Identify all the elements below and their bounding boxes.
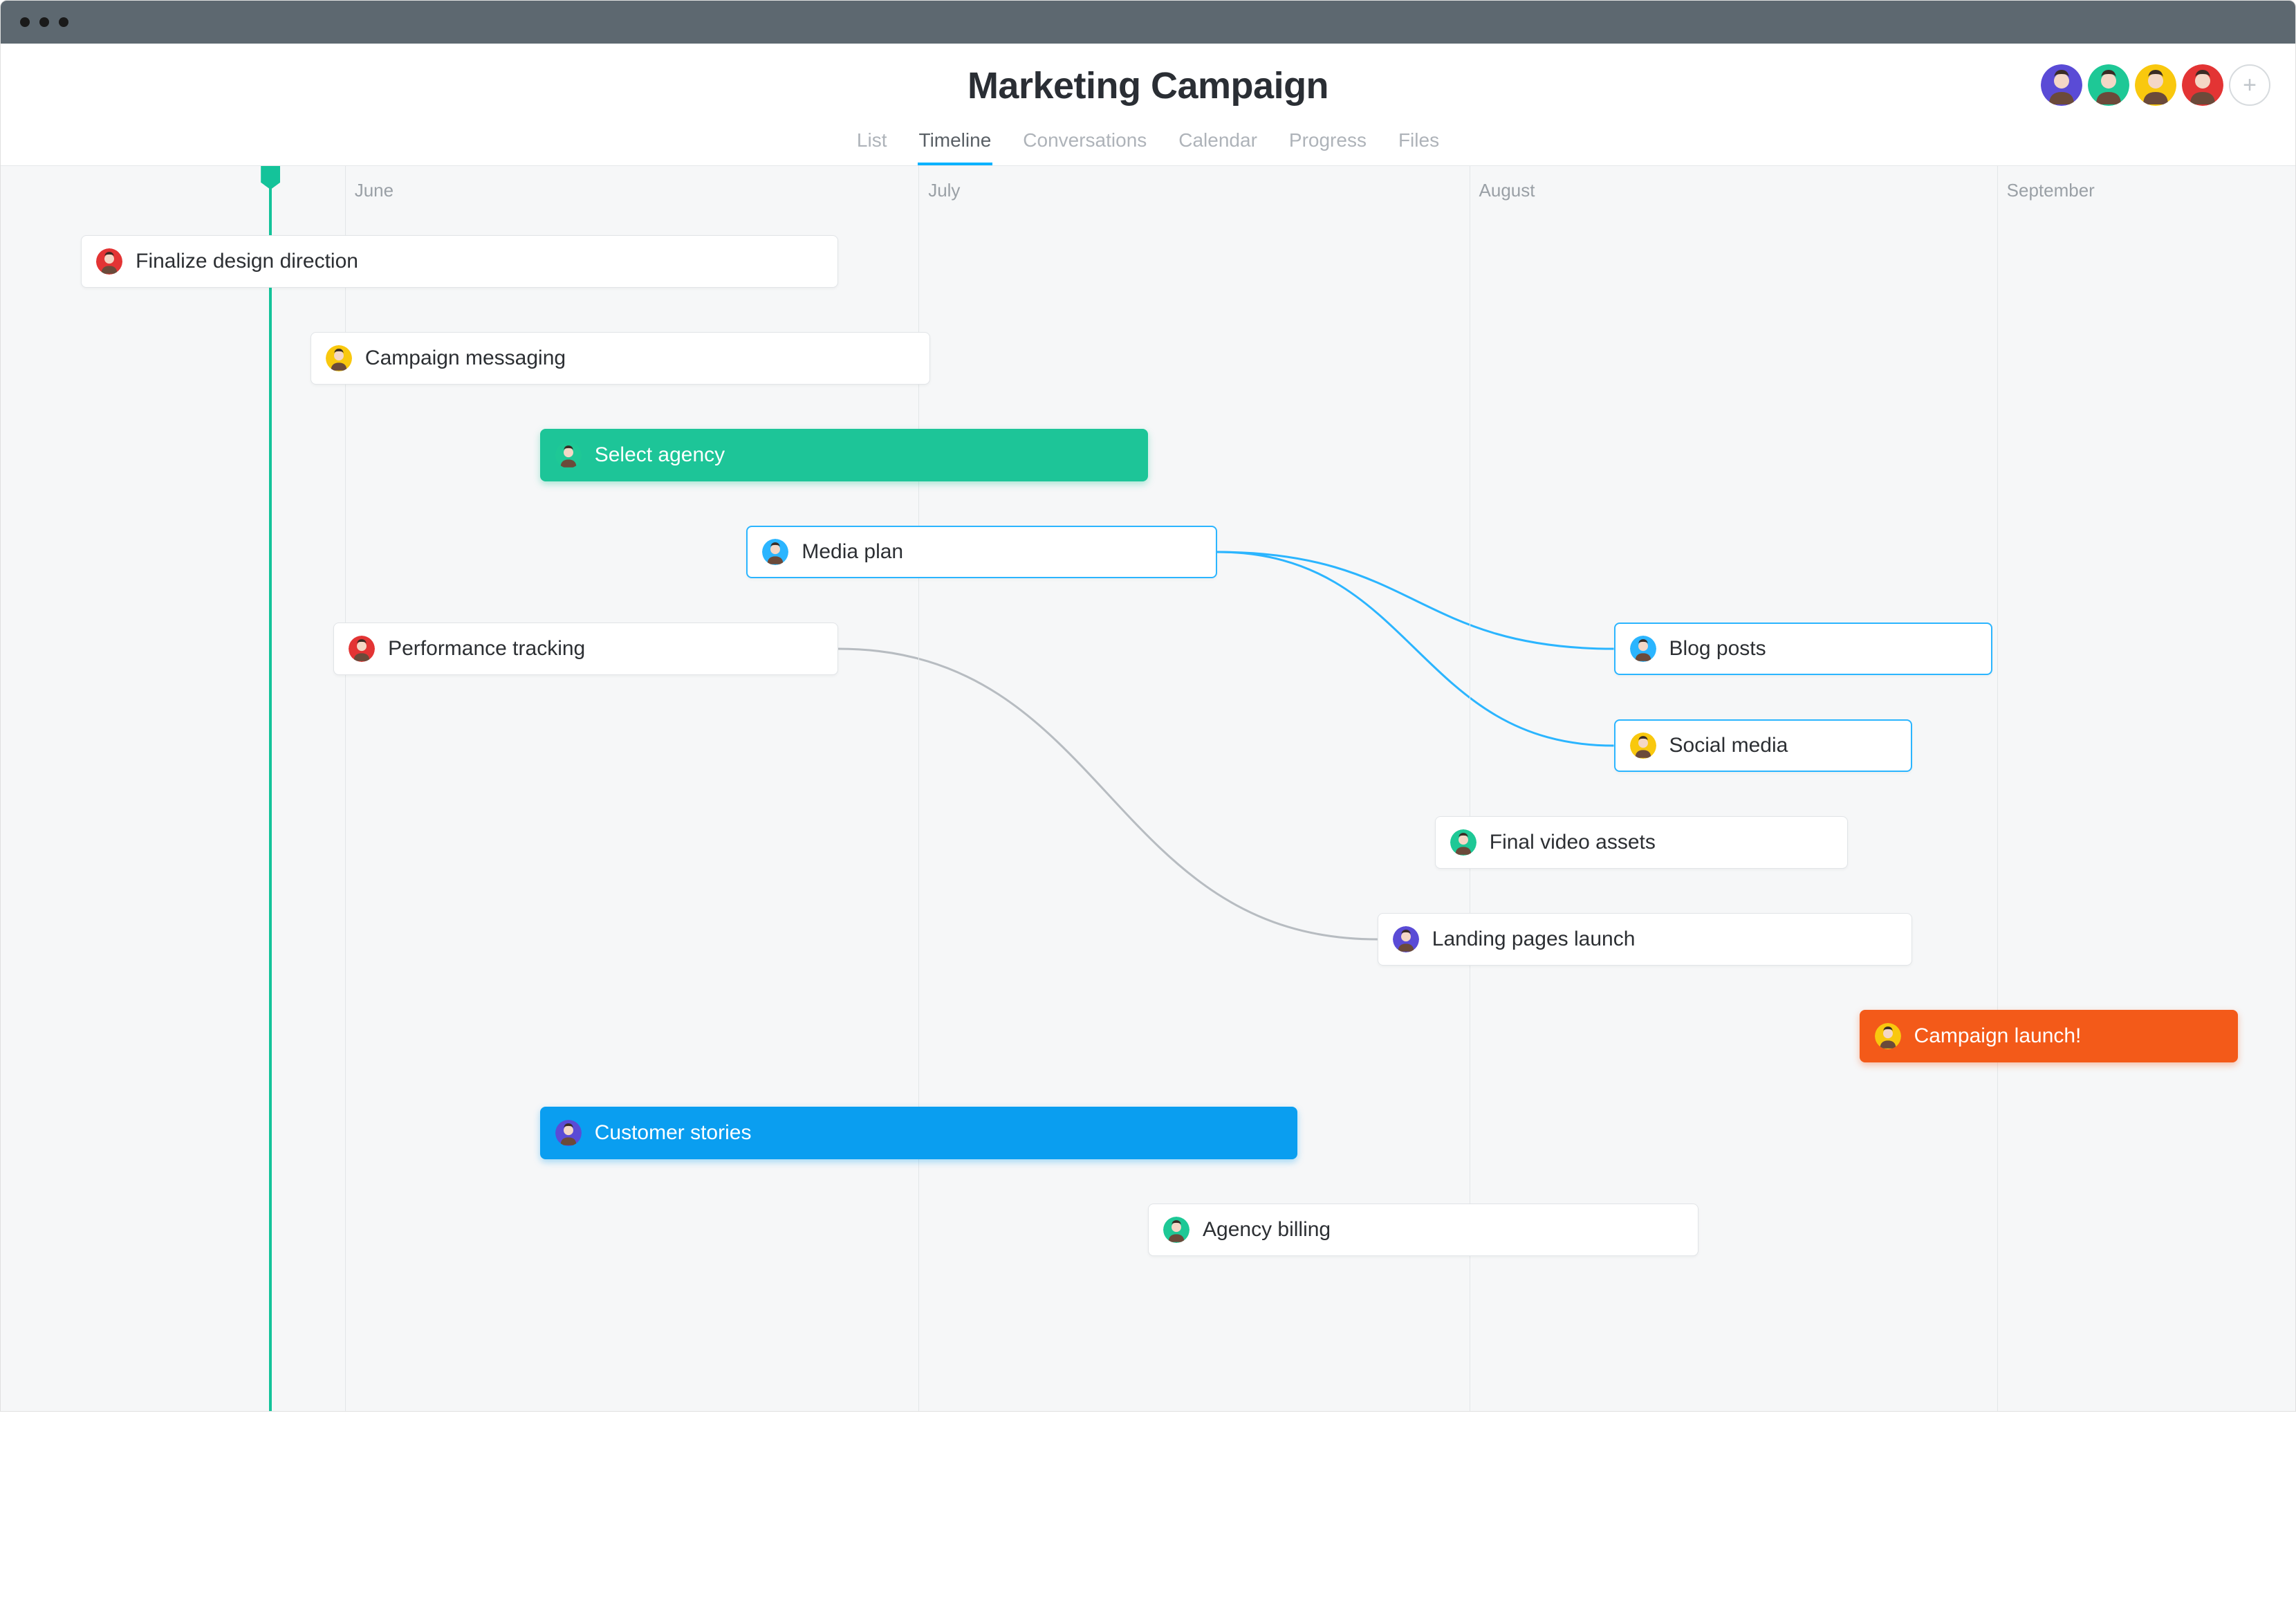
task-assignee-avatar xyxy=(1628,730,1658,761)
dependency-line xyxy=(1217,552,1614,746)
task-assignee-avatar xyxy=(94,246,124,277)
view-tabs: List Timeline Conversations Calendar Progres… xyxy=(1,124,2295,165)
tab-list[interactable]: List xyxy=(855,124,889,165)
month-label: August xyxy=(1479,180,1535,201)
page-title: Marketing Campaign xyxy=(1,64,2295,107)
task-blog-posts[interactable]: Blog posts xyxy=(1614,623,1992,675)
task-assignee-avatar xyxy=(324,343,354,374)
task-assignee-avatar xyxy=(346,634,377,664)
task-assignee-avatar xyxy=(760,537,790,567)
task-performance-tracking[interactable]: Performance tracking xyxy=(333,623,838,675)
task-final-video[interactable]: Final video assets xyxy=(1435,816,1848,869)
task-select-agency[interactable]: Select agency xyxy=(540,429,1148,481)
tab-progress[interactable]: Progress xyxy=(1288,124,1368,165)
task-assignee-avatar xyxy=(553,440,584,470)
task-assignee-avatar xyxy=(1161,1215,1192,1245)
task-assignee-avatar xyxy=(1873,1021,1903,1051)
window-control-close[interactable] xyxy=(20,17,30,27)
task-label: Social media xyxy=(1669,734,1788,757)
task-assignee-avatar xyxy=(553,1118,584,1148)
task-assignee-avatar xyxy=(1628,634,1658,664)
task-label: Landing pages launch xyxy=(1432,928,1636,951)
timeline-view[interactable]: June July August September Finalize design d… xyxy=(1,166,2295,1411)
task-label: Final video assets xyxy=(1490,831,1656,854)
tab-timeline[interactable]: Timeline xyxy=(918,124,993,165)
tab-files[interactable]: Files xyxy=(1397,124,1441,165)
task-agency-billing[interactable]: Agency billing xyxy=(1148,1204,1698,1256)
window-titlebar xyxy=(1,1,2295,44)
task-label: Finalize design direction xyxy=(136,250,358,273)
task-finalize-design[interactable]: Finalize design direction xyxy=(81,235,838,288)
member-avatar[interactable] xyxy=(2088,64,2129,106)
window-control-zoom[interactable] xyxy=(59,17,68,27)
task-label: Customer stories xyxy=(595,1121,752,1145)
member-avatar[interactable] xyxy=(2182,64,2223,106)
app-window: Marketing Campaign + List Timeline Convers… xyxy=(0,0,2296,1412)
task-landing-pages[interactable]: Landing pages launch xyxy=(1378,913,1912,966)
member-avatar[interactable] xyxy=(2135,64,2176,106)
month-label: June xyxy=(355,180,394,201)
dependency-line xyxy=(1217,552,1614,649)
month-gridline xyxy=(1997,166,1998,1411)
month-label: July xyxy=(928,180,960,201)
task-label: Campaign messaging xyxy=(365,347,566,370)
task-label: Blog posts xyxy=(1669,637,1766,661)
task-assignee-avatar xyxy=(1448,827,1479,858)
task-label: Select agency xyxy=(595,443,725,467)
task-assignee-avatar xyxy=(1391,924,1421,955)
today-marker xyxy=(269,166,272,1411)
project-header: Marketing Campaign + List Timeline Convers… xyxy=(1,44,2295,166)
add-member-button[interactable]: + xyxy=(2229,64,2270,106)
month-label: September xyxy=(2007,180,2095,201)
window-control-minimize[interactable] xyxy=(39,17,49,27)
task-media-plan[interactable]: Media plan xyxy=(746,526,1216,578)
task-label: Agency billing xyxy=(1203,1218,1331,1242)
task-campaign-launch[interactable]: Campaign launch! xyxy=(1860,1010,2238,1062)
tab-calendar[interactable]: Calendar xyxy=(1177,124,1259,165)
task-label: Media plan xyxy=(802,540,903,564)
task-campaign-messaging[interactable]: Campaign messaging xyxy=(311,332,930,385)
project-members: + xyxy=(2041,64,2270,106)
tab-conversations[interactable]: Conversations xyxy=(1021,124,1148,165)
task-customer-stories[interactable]: Customer stories xyxy=(540,1107,1297,1159)
task-label: Performance tracking xyxy=(388,637,585,661)
member-avatar[interactable] xyxy=(2041,64,2082,106)
task-social-media[interactable]: Social media xyxy=(1614,719,1912,772)
task-label: Campaign launch! xyxy=(1914,1024,2082,1048)
